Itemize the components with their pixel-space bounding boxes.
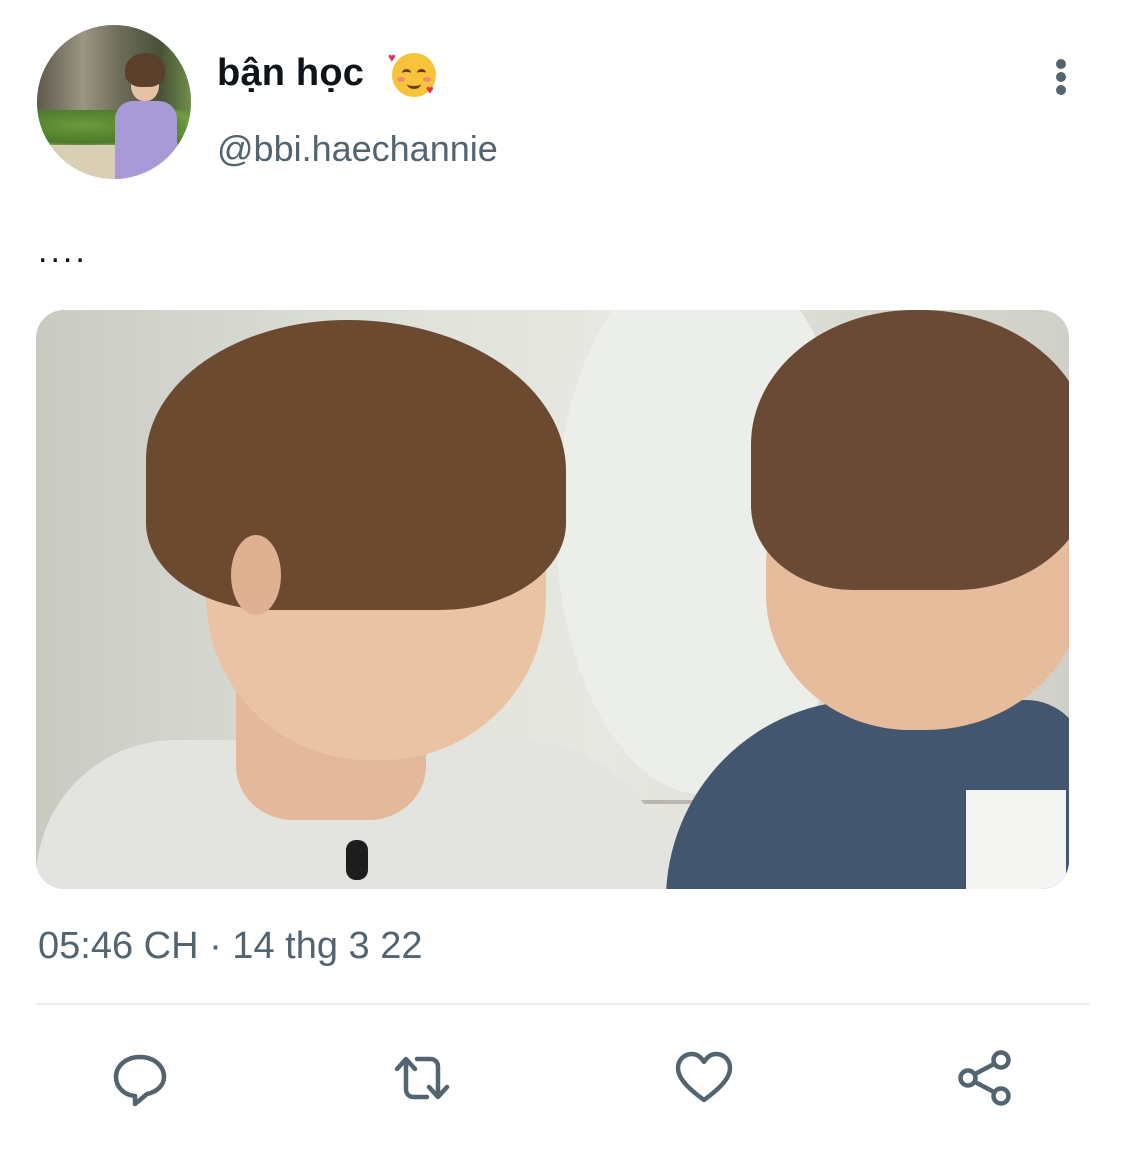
smiling-face-with-hearts-icon: ♥ ♥ <box>388 51 436 97</box>
microphone-icon <box>346 840 368 880</box>
retweet-button[interactable] <box>389 1045 455 1111</box>
heart-icon <box>675 1051 733 1103</box>
reply-button[interactable] <box>107 1045 173 1111</box>
user-handle[interactable]: @bbi.haechannie <box>217 128 498 170</box>
tweet-text: .... <box>38 232 88 270</box>
reply-icon <box>113 1054 167 1107</box>
more-vertical-icon[interactable] <box>1050 55 1074 97</box>
tweet-media-image[interactable] <box>36 310 1069 889</box>
avatar[interactable] <box>37 25 191 179</box>
avatar-person <box>115 45 177 179</box>
tweet-timestamp[interactable]: 05:46 CH · 14 thg 3 22 <box>38 925 422 968</box>
like-button[interactable] <box>671 1045 737 1111</box>
divider <box>36 1003 1089 1005</box>
share-icon <box>958 1050 1011 1106</box>
share-button[interactable] <box>953 1045 1019 1111</box>
retweet-icon <box>394 1056 450 1100</box>
display-name[interactable]: bận học <box>217 52 364 95</box>
